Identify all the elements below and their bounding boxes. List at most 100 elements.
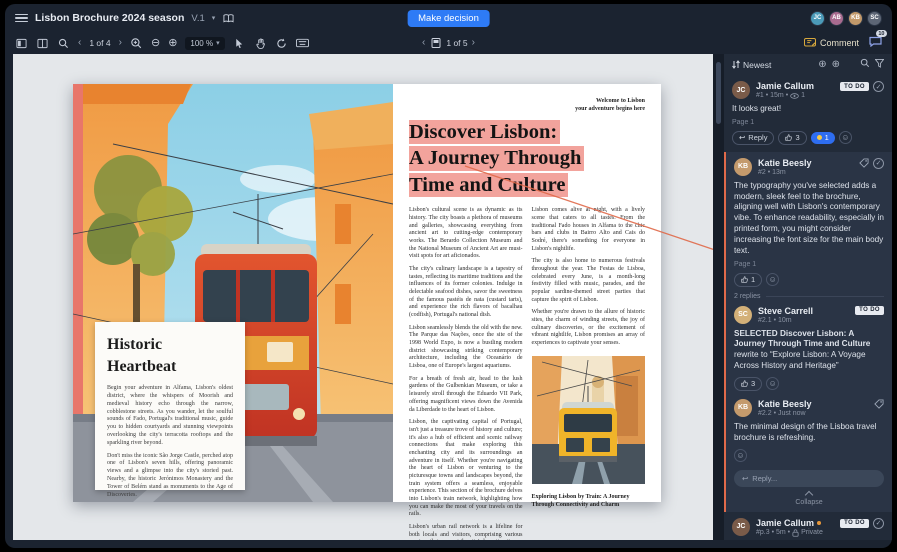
search-icon[interactable] <box>57 37 70 50</box>
make-decision-button[interactable]: Make decision <box>407 9 490 27</box>
comment-meta: #2.2 • Just now <box>758 409 806 417</box>
hand-tool-icon[interactable] <box>254 37 267 50</box>
yellow-tram-photo <box>531 355 645 484</box>
prev-page-icon[interactable]: ‹ <box>78 38 81 48</box>
thumbs-up-icon <box>741 276 748 283</box>
comment-author: Jamie Callum <box>756 81 815 91</box>
comment-author: Katie Beesly <box>758 398 812 409</box>
text-column-1: Lisbon's cultural scene is as dynamic as… <box>409 207 523 540</box>
comment-body: The typography you've selected adds a mo… <box>734 180 884 255</box>
thumbs-up-reaction[interactable]: 1 <box>734 272 763 287</box>
zoom-in-icon[interactable]: ⊕ <box>168 37 177 49</box>
thumbs-up-reaction[interactable]: 3 <box>778 130 807 145</box>
filter-icon[interactable] <box>874 58 885 71</box>
collapse-thread-button[interactable]: Collapse <box>726 489 892 512</box>
seen-count: 1 <box>801 92 806 99</box>
document-title: Lisbon Brochure 2024 season <box>35 12 185 24</box>
zoom-out-icon[interactable]: ⊖ <box>151 37 160 49</box>
avatar[interactable]: SC <box>867 10 882 26</box>
paragraph: Lisbon, the captivating capital of Portu… <box>409 419 523 518</box>
thumbs-up-reaction[interactable]: 3 <box>734 376 763 391</box>
resolve-icon[interactable]: ✓ <box>873 157 884 169</box>
add-reaction-icon[interactable]: ☺ <box>766 273 780 287</box>
expand-all-icon[interactable]: ⊕ <box>818 59 826 70</box>
reply-card[interactable]: KB Katie Beesly #2.2 • Just now The mini… <box>726 395 892 466</box>
comment-author: Jamie Callum <box>756 518 834 528</box>
comment-pencil-icon <box>803 38 816 47</box>
select-cursor-icon[interactable] <box>233 37 246 50</box>
paragraph: Lisbon's urban rail network is a lifelin… <box>409 523 523 540</box>
add-reaction-icon[interactable]: ☺ <box>838 131 852 145</box>
chevron-up-icon <box>804 490 814 499</box>
search-comments-icon[interactable] <box>860 58 870 71</box>
paragraph: For a breath of fresh air, head to the l… <box>409 375 523 413</box>
comment-page-ref[interactable]: Page 1 <box>734 261 884 268</box>
paragraph: Lisbon seamlessly blends the old with th… <box>409 324 523 370</box>
comment-page-ref[interactable]: Page 1 <box>732 119 884 126</box>
title-line-highlight: Time and Culture <box>409 172 569 198</box>
document-canvas[interactable]: Historic Heartbeat Begin your adventure … <box>13 54 713 540</box>
resolve-icon[interactable]: ✓ <box>873 517 884 529</box>
prev-file-icon[interactable]: ‹ <box>422 38 425 48</box>
chat-toggle[interactable]: 10 <box>869 30 887 52</box>
comment-card[interactable]: JC Jamie Callum #p.3 • 5m • Private TO D… <box>724 512 892 540</box>
spread-view-icon[interactable] <box>36 37 49 50</box>
welcome-note: Welcome to Lisbon your adventure begins … <box>575 98 645 112</box>
canvas-scrollbar-thumb[interactable] <box>716 62 721 124</box>
tag-icon[interactable] <box>874 399 884 409</box>
rotate-icon[interactable] <box>275 37 288 50</box>
top-bar: Lisbon Brochure 2024 season V.1 ▾ Make d… <box>5 4 892 32</box>
status-badge[interactable]: TO DO <box>855 305 884 315</box>
next-file-icon[interactable]: › <box>472 38 475 48</box>
comments-sidebar: Newest ⊕ ⊕ JC Jamie Callum #1 • 15m • 1 … <box>724 54 892 540</box>
replies-count-label[interactable]: 2 replies <box>726 291 892 302</box>
comment-author: Katie Beesly <box>758 157 812 168</box>
unread-dot <box>817 520 822 525</box>
paragraph: Lisbon comes alive at night, with a live… <box>531 207 646 252</box>
avatar: JC <box>732 517 750 536</box>
bulb-reaction[interactable]: 1 <box>810 131 835 144</box>
chat-bubble-icon <box>869 36 882 48</box>
lock-icon <box>792 529 799 537</box>
avatar[interactable]: AB <box>829 10 844 26</box>
thumbnails-panel-icon[interactable] <box>15 37 28 50</box>
status-badge[interactable]: TO DO <box>840 518 869 528</box>
status-badge[interactable]: TO DO <box>840 82 869 91</box>
version-label[interactable]: V.1 <box>191 13 204 24</box>
next-page-icon[interactable]: › <box>119 38 122 48</box>
resolve-icon[interactable]: ✓ <box>873 81 884 92</box>
version-caret-icon[interactable]: ▾ <box>212 14 216 22</box>
reply-button[interactable]: ↩ Reply <box>732 130 775 145</box>
marquee-zoom-icon[interactable] <box>130 37 143 50</box>
comment-button[interactable]: Comment <box>803 38 859 48</box>
sort-dropdown[interactable]: Newest <box>732 60 771 70</box>
avatar[interactable]: JC <box>810 10 825 26</box>
comment-body: SELECTED Discover Lisbon: A Journey Thro… <box>734 328 871 371</box>
seen-eye-icon <box>790 92 799 99</box>
brochure-title[interactable]: Discover Lisbon: A Journey Through Time … <box>409 119 645 198</box>
card-heading: Historic Heartbeat <box>107 336 177 375</box>
comment-meta: #p.3 • 5m • <box>756 529 791 537</box>
sort-label: Newest <box>743 59 772 70</box>
reader-view-icon[interactable] <box>222 12 235 25</box>
comment-thread-selected[interactable]: KB Katie Beesly #2 • 13m ✓ The typograph… <box>724 151 892 512</box>
tag-icon[interactable] <box>859 158 869 169</box>
keyboard-shortcuts-icon[interactable] <box>295 37 309 50</box>
comment-card[interactable]: JC Jamie Callum #1 • 15m • 1 TO DO ✓ It … <box>724 75 892 152</box>
zoom-level-dropdown[interactable]: 100 % ▾ <box>185 36 225 50</box>
bulb-icon <box>816 135 822 141</box>
canvas-scrollbar[interactable] <box>713 54 724 540</box>
avatar[interactable]: KB <box>848 10 863 26</box>
thumbs-up-icon <box>785 134 793 141</box>
toolbar: ‹ 1 of 4 › ⊖ ⊕ 100 % ▾ ‹ 1 of 5 › Commen… <box>5 30 892 54</box>
hamburger-menu-icon[interactable] <box>15 13 28 23</box>
photo-caption: Exploring Lisbon by Train: A Journey Thr… <box>531 493 630 509</box>
collapse-all-icon[interactable]: ⊕ <box>832 59 840 70</box>
paragraph: Lisbon's cultural scene is as dynamic as… <box>409 207 523 260</box>
add-reaction-icon[interactable]: ☺ <box>734 448 747 462</box>
title-line-highlight: A Journey Through <box>409 146 585 171</box>
reply-input[interactable]: ↩ Reply... <box>734 469 884 487</box>
add-reaction-icon[interactable]: ☺ <box>766 377 780 391</box>
thumbs-up-icon <box>741 380 748 388</box>
reply-card[interactable]: SC Steve Carrell #2.1 • 10m TO DO SELECT… <box>726 302 892 395</box>
